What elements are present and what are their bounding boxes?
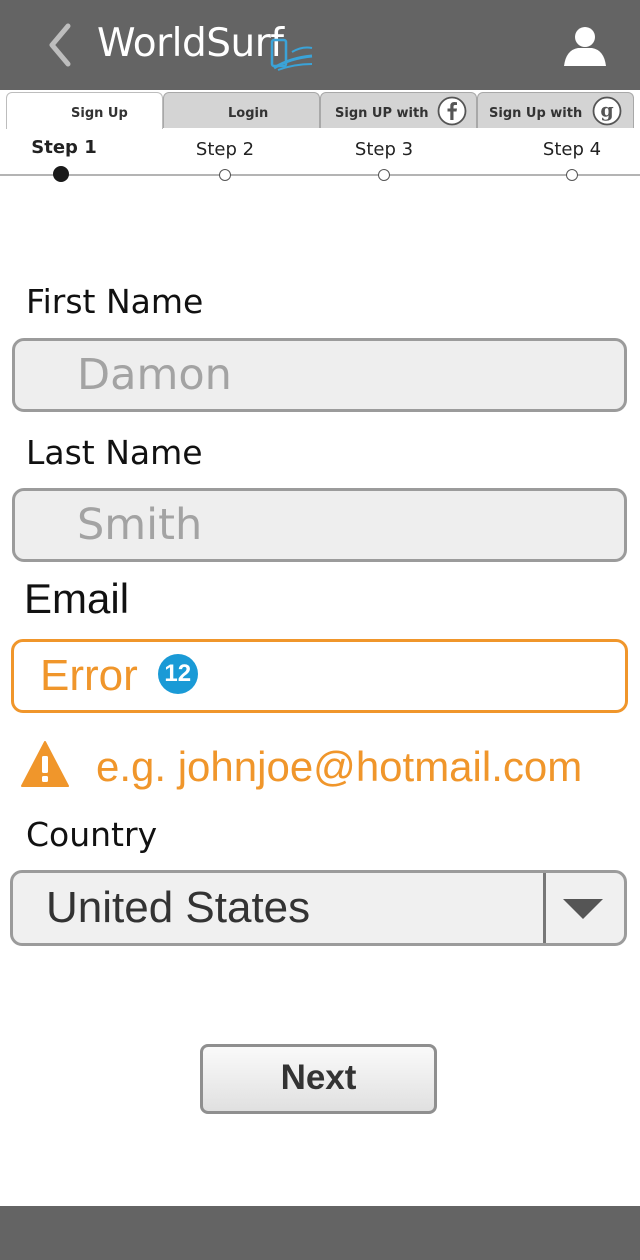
next-button[interactable]: Next [200, 1044, 437, 1114]
tab-google-label: Sign Up with [489, 106, 583, 121]
signup-steps: Step 1 Step 2 Step 3 Step 4 [0, 128, 640, 188]
google-icon: g [592, 96, 622, 126]
step-3-dot [378, 169, 390, 181]
user-icon[interactable] [562, 24, 608, 66]
facebook-icon [437, 96, 467, 126]
country-select[interactable]: United States [10, 870, 627, 946]
back-chevron-icon[interactable] [42, 22, 76, 68]
step-3-label: Step 3 [354, 139, 414, 160]
app-title: WorldSurf [97, 21, 284, 66]
tab-facebook-label: Sign UP with [335, 106, 429, 121]
step-2-label: Step 2 [195, 139, 255, 160]
select-divider [543, 873, 546, 943]
tab-sign-up[interactable]: Sign Up [6, 92, 163, 129]
step-4[interactable]: Step 4 [522, 128, 622, 181]
step-2[interactable]: Step 2 [175, 128, 275, 181]
email-hint: e.g. johnjoe@hotmail.com [20, 740, 620, 800]
country-select-value: United States [46, 883, 311, 932]
dropdown-arrow-icon[interactable] [561, 897, 605, 921]
email-field-value: Error [40, 651, 138, 700]
error-count-badge: 12 [157, 654, 198, 695]
footer-bar [0, 1206, 640, 1260]
tab-login[interactable]: Login [163, 92, 320, 128]
tab-sign-up-facebook[interactable]: Sign UP with [320, 92, 477, 128]
last-name-label: Last Name [26, 433, 203, 472]
svg-text:g: g [600, 100, 613, 122]
warning-icon [21, 741, 69, 787]
step-4-dot [566, 169, 578, 181]
email-field[interactable]: Error 12 [11, 639, 628, 713]
email-hint-text: e.g. johnjoe@hotmail.com [96, 743, 583, 790]
step-1-dot [53, 166, 69, 182]
steps-track [0, 174, 640, 176]
first-name-label: First Name [26, 282, 204, 321]
tab-sign-up-label: Sign Up [71, 106, 128, 121]
app-header: WorldSurf [0, 0, 640, 90]
country-label: Country [26, 815, 158, 854]
last-name-field[interactable]: Smith [12, 488, 627, 562]
phone-wave-logo-icon [270, 38, 313, 71]
email-label: Email [24, 575, 130, 622]
step-1-label: Step 1 [31, 137, 97, 158]
step-2-dot [219, 169, 231, 181]
step-1[interactable]: Step 1 [14, 128, 114, 182]
tab-sign-up-google[interactable]: Sign Up with g [477, 92, 634, 128]
auth-tabs: Sign Up Login Sign UP with Sign Up with … [0, 90, 640, 129]
tab-login-label: Login [228, 106, 269, 121]
step-4-label: Step 4 [542, 139, 602, 160]
first-name-field[interactable]: Damon [12, 338, 627, 412]
step-3[interactable]: Step 3 [334, 128, 434, 181]
